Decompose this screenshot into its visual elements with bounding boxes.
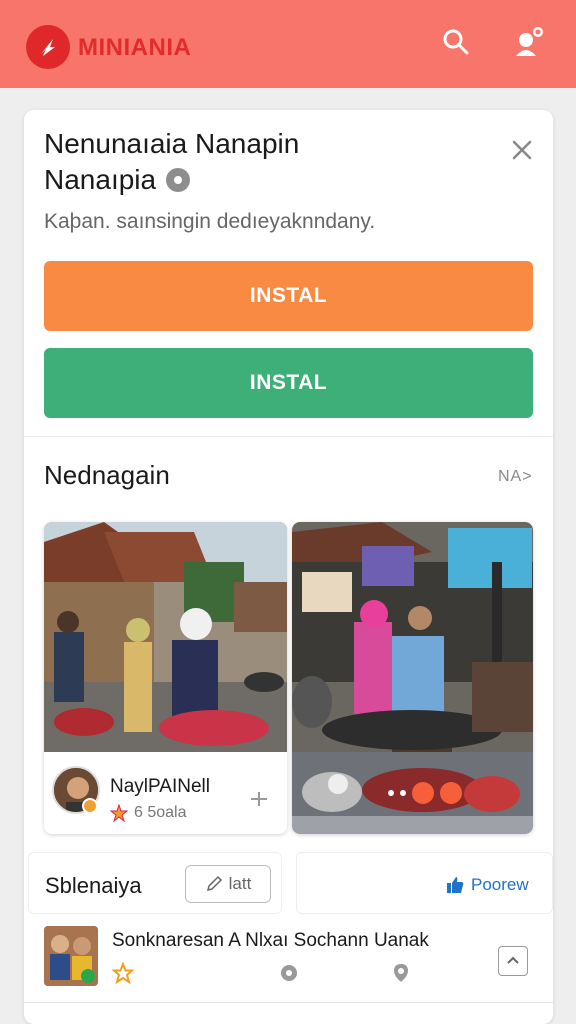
card-subtitle: Kaþan. saınsingin dedıeyaknndany.	[44, 210, 376, 233]
list-item[interactable]: Sonknaresan A Nlxaı Sochann Uanak	[24, 916, 553, 1002]
divider	[24, 1002, 553, 1003]
card-title-line1: Nenunaıaia Nanapin	[44, 128, 300, 159]
verified-icon	[166, 168, 191, 192]
card-title: Nenunaıaia Nanapin Nanaıpia	[44, 126, 464, 198]
section-more-link[interactable]: NA>	[498, 468, 533, 486]
brand-name: MINIANIA	[78, 34, 192, 61]
expand-button[interactable]	[498, 946, 528, 976]
edit-button-label: latt	[228, 874, 252, 893]
star-icon	[110, 804, 128, 822]
flame-icon	[41, 39, 55, 56]
sub-card-right: Poorew	[296, 852, 553, 914]
section-title: Nednagain	[44, 460, 170, 490]
thumbs-up-icon	[447, 877, 464, 893]
status-dot	[82, 798, 98, 814]
photo-card-1-meta: 6 5oala	[110, 804, 187, 822]
brand-logo[interactable]	[26, 25, 70, 69]
sub-card-title: Sblenaiya	[45, 873, 142, 898]
preview-label: Poorew	[471, 875, 529, 894]
street-photo-1	[44, 522, 287, 752]
edit-button[interactable]: latt	[185, 865, 271, 903]
app-header: MINIANIA	[0, 0, 576, 88]
card-title-line2: Nanaıpia	[44, 164, 157, 195]
carousel-dots[interactable]	[388, 782, 462, 804]
location-icon[interactable]	[390, 962, 412, 984]
list-item-title: Sonknaresan A Nlxaı Sochann Uanak	[112, 930, 429, 951]
install-button-orange[interactable]: INSTAL	[44, 261, 533, 331]
pencil-icon	[206, 875, 222, 892]
photo-card-2[interactable]	[292, 522, 533, 834]
list-item-thumbnail	[44, 926, 98, 986]
install-button-green[interactable]: INSTAL	[44, 348, 533, 418]
app-install-card: Nenunaıaia Nanapin Nanaıpia Kaþan. saıns…	[24, 110, 553, 1024]
search-icon[interactable]	[440, 26, 472, 58]
photo-card-1-footer: NaylPAINell 6 5oala	[44, 752, 287, 834]
close-icon[interactable]	[510, 138, 534, 162]
divider	[24, 436, 553, 437]
photo-card-1[interactable]: NaylPAINell 6 5oala	[44, 522, 287, 834]
chevron-up-icon	[507, 956, 519, 964]
photo-card-2-footer	[292, 816, 533, 834]
user-icon[interactable]	[512, 26, 544, 58]
photo-card-1-rating: 6 5oala	[134, 804, 187, 821]
share-icon[interactable]	[248, 788, 270, 810]
settings-icon[interactable]	[278, 962, 300, 984]
street-photo-2	[292, 522, 533, 752]
sub-card-left: Sblenaiya latt	[28, 852, 282, 914]
photo-card-1-name: NaylPAINell	[110, 776, 210, 797]
preview-link[interactable]: Poorew	[445, 875, 529, 895]
star-icon	[112, 962, 134, 984]
